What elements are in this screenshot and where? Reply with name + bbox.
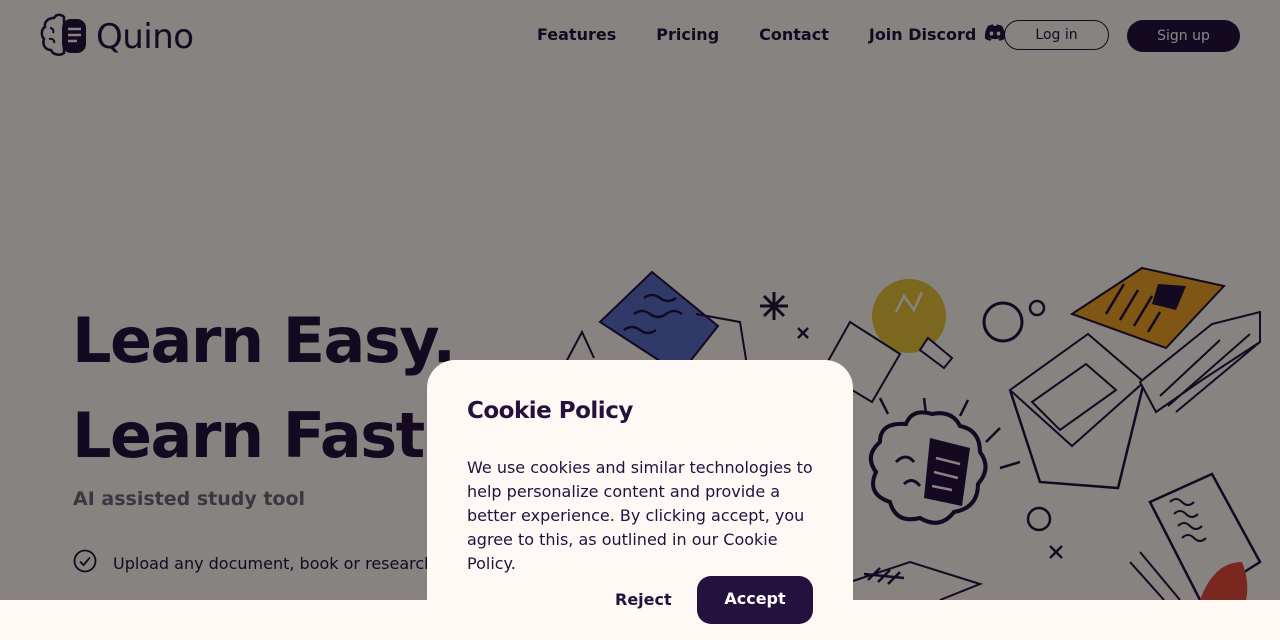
cookie-policy-title: Cookie Policy (467, 398, 633, 424)
cookie-policy-body: We use cookies and similar technologies … (467, 458, 813, 573)
cookie-policy-dialog: Cookie Policy We use cookies and similar… (427, 360, 853, 640)
accept-button[interactable]: Accept (697, 576, 813, 624)
